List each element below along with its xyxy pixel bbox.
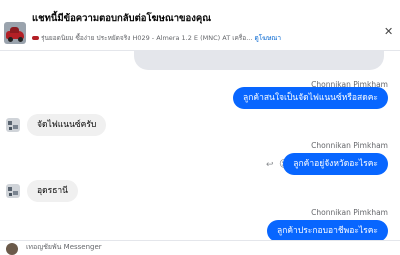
ad-subtitle: รุ่นยอดนิยม ซื้อง่าย ประหยัดจริง H029 - … [32, 33, 362, 43]
message-in[interactable]: จัดไฟแนนซ์ครับ [27, 114, 107, 136]
ad-description: รุ่นยอดนิยม ซื้อง่าย ประหยัดจริง H029 - … [41, 34, 253, 42]
message-out[interactable]: ลูกค้าประกอบอาชีพอะไรคะ [267, 220, 388, 242]
reply-icon[interactable]: ↩ [266, 160, 274, 170]
bottom-bar: เทอญชัยพัน Messenger [0, 240, 400, 255]
message-in[interactable]: อุดรธานี [27, 180, 78, 202]
user-avatar[interactable] [6, 243, 18, 255]
car-icon [32, 36, 39, 40]
previous-image-message[interactable] [134, 50, 384, 70]
close-icon[interactable]: ✕ [384, 25, 393, 38]
header-title: แชทนี้มีข้อความตอบกลับต่อโฆษณาของคุณ [32, 13, 212, 24]
contact-avatar[interactable] [6, 118, 20, 132]
chat-header: แชทนี้มีข้อความตอบกลับต่อโฆษณาของคุณ รุ่… [0, 0, 400, 51]
composer-name: เทอญชัยพัน Messenger [26, 243, 102, 251]
view-ad-link[interactable]: ดูโฆษณา [254, 34, 281, 42]
sender-name: Chonnikan Pimkham [311, 141, 388, 150]
sender-name: Chonnikan Pimkham [311, 208, 388, 217]
message-out[interactable]: ลูกค้าสนใจเป็นจัดไฟแนนซ์หรือสดคะ [233, 87, 388, 109]
contact-avatar[interactable] [6, 184, 20, 198]
ad-thumbnail[interactable] [4, 22, 26, 44]
message-out[interactable]: ลูกค้าอยู่จังหวัดอะไรคะ [283, 153, 388, 175]
